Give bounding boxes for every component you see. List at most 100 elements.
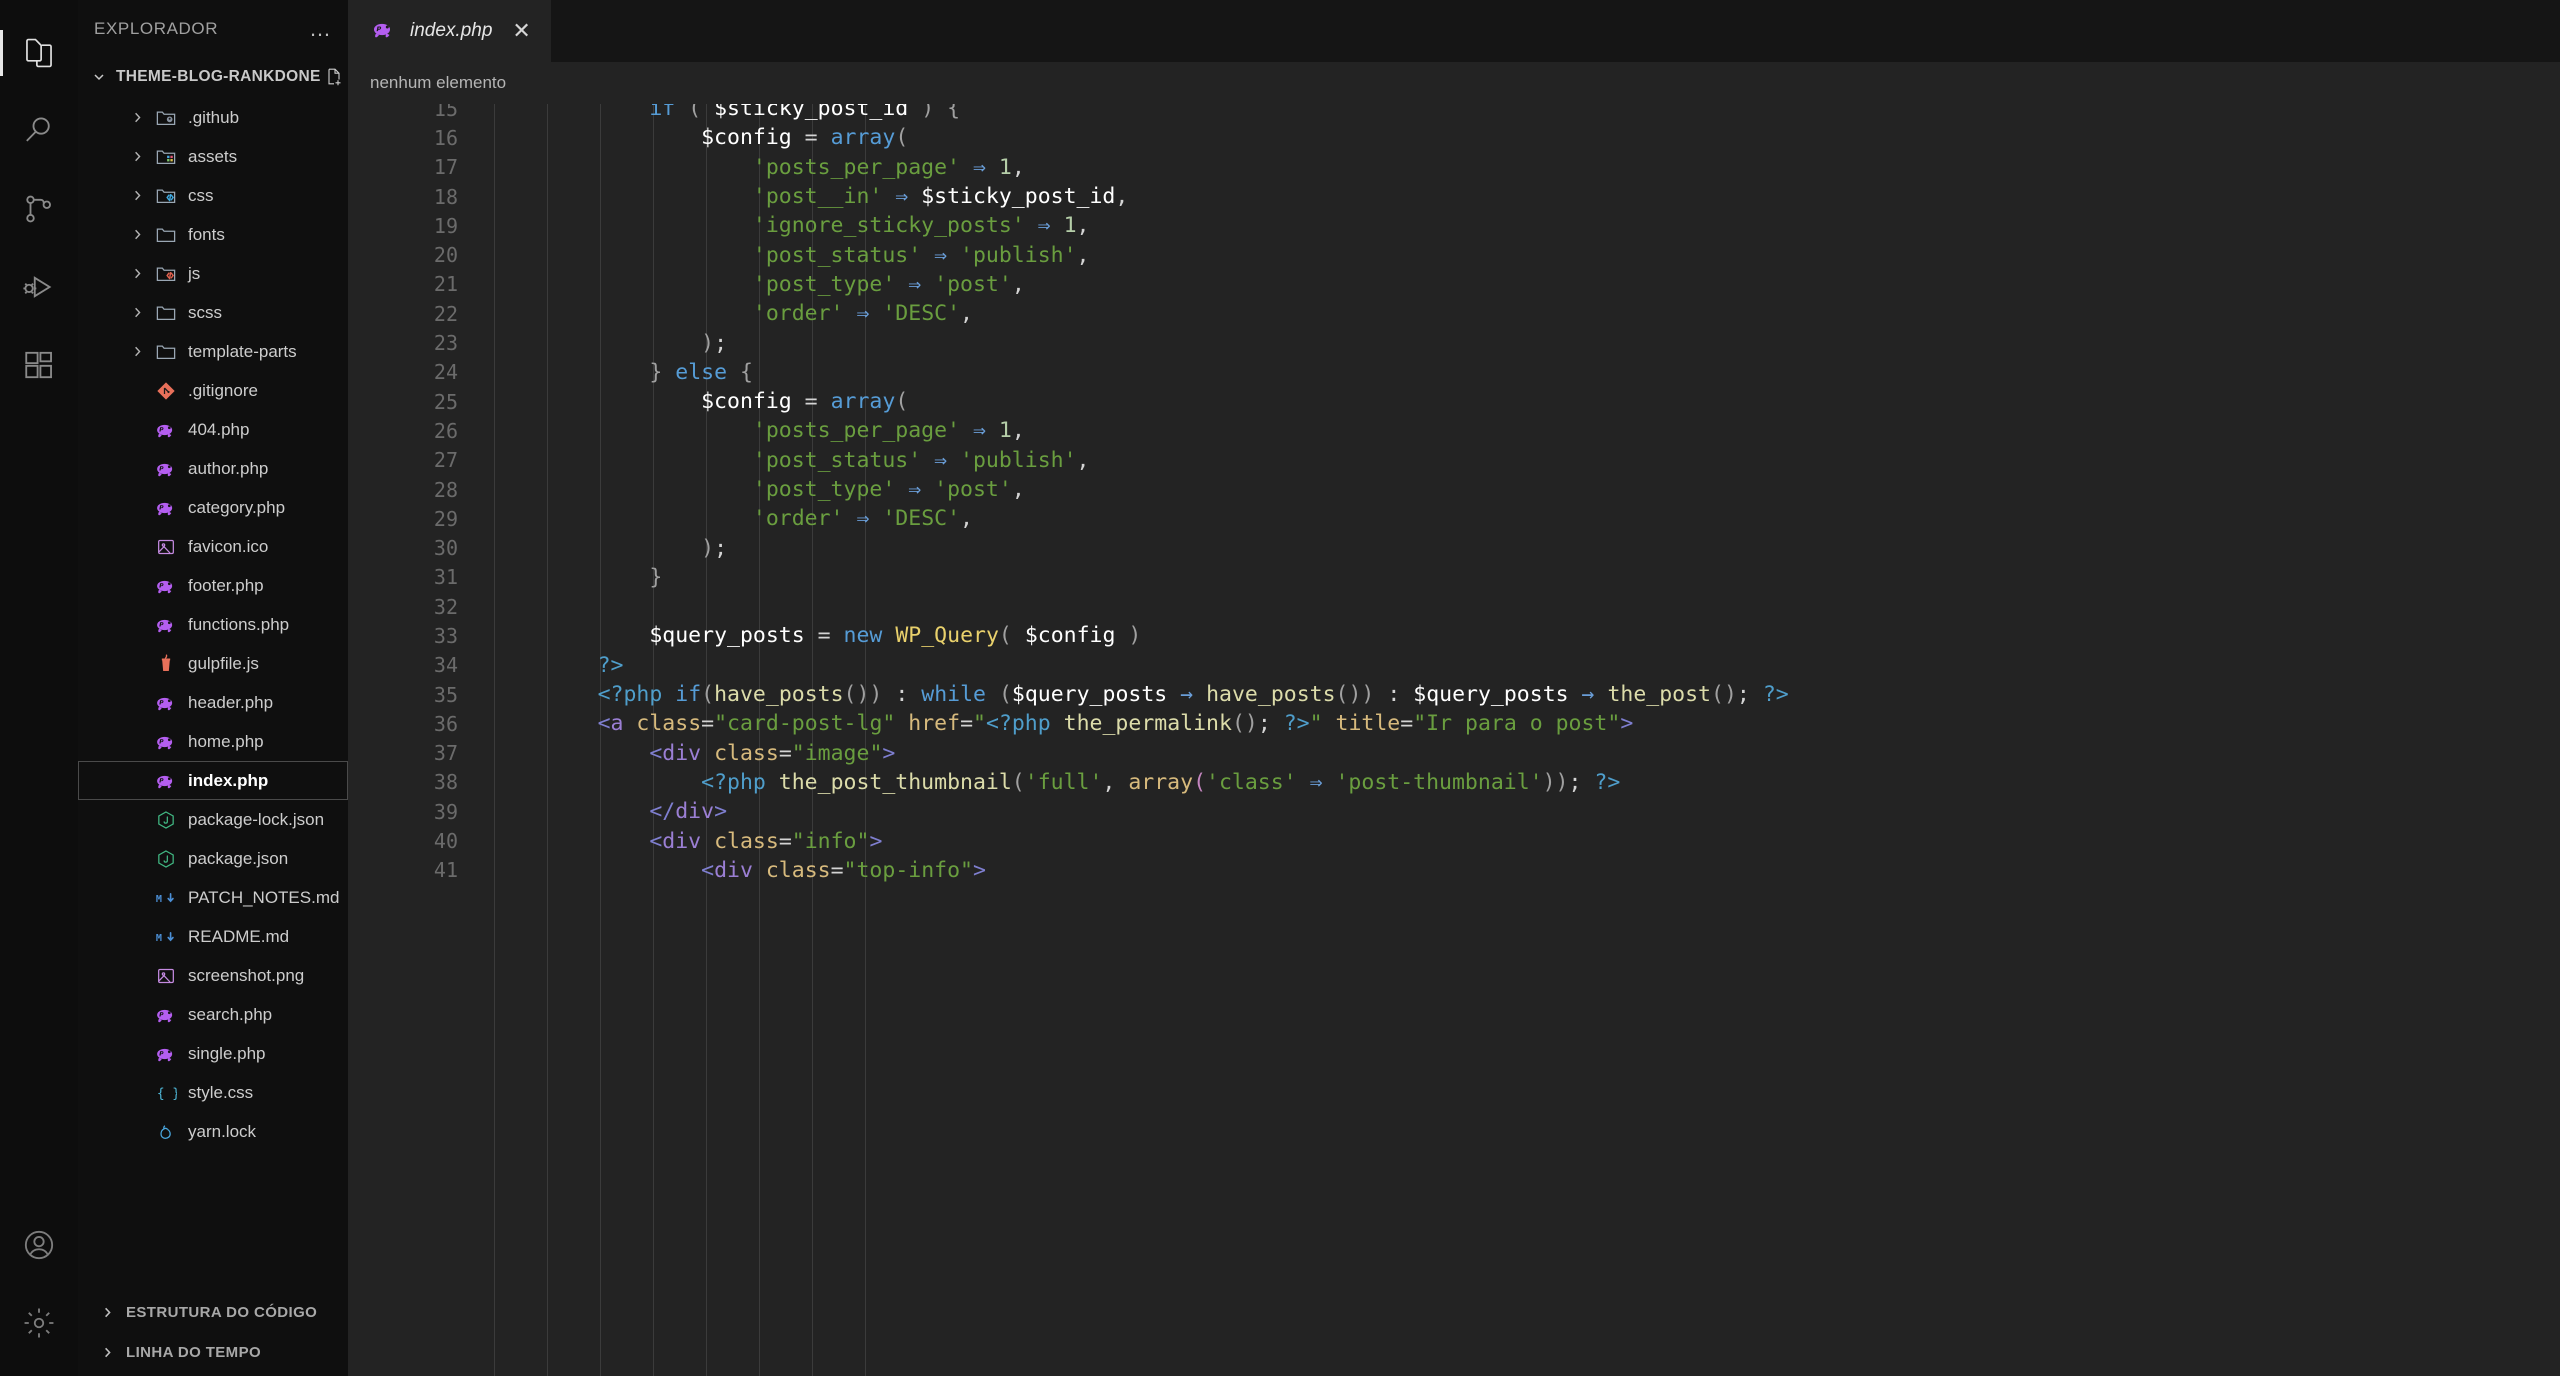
- php-icon: [150, 575, 182, 597]
- sidebar-more-actions-icon[interactable]: …: [309, 18, 332, 40]
- folder-css-icon: [150, 185, 182, 207]
- line-text: ?>: [597, 652, 624, 678]
- tree-file-row[interactable]: yarn.lock: [78, 1112, 348, 1151]
- activity-bar: [0, 0, 78, 1376]
- code-line: 25 $config = array(: [348, 387, 2560, 416]
- folder-github-icon: [150, 107, 182, 129]
- editor-tab-bar: index.php ✕: [348, 0, 2560, 62]
- tree-item-label: js: [188, 263, 201, 283]
- tree-file-row[interactable]: category.php: [78, 488, 348, 527]
- folder-icon: [150, 341, 182, 363]
- code-line: 39 </div>: [348, 797, 2560, 826]
- tab-label: index.php: [410, 20, 493, 41]
- tree-file-row[interactable]: package.json: [78, 839, 348, 878]
- line-text: 'posts_per_page' ⇒ 1,: [752, 418, 1025, 444]
- activitybar-item-run-debug[interactable]: [0, 248, 78, 326]
- chevron-right-icon[interactable]: [124, 149, 150, 164]
- tree-file-row[interactable]: footer.php: [78, 566, 348, 605]
- php-icon: [150, 497, 182, 519]
- tree-folder-row[interactable]: assets: [78, 137, 348, 176]
- tree-folder-row[interactable]: js: [78, 254, 348, 293]
- tree-file-row[interactable]: screenshot.png: [78, 956, 348, 995]
- line-number: 24: [433, 360, 458, 385]
- tree-folder-row[interactable]: css: [78, 176, 348, 215]
- tree-file-row[interactable]: M README.md: [78, 917, 348, 956]
- chevron-right-icon[interactable]: [124, 110, 150, 125]
- line-text: );: [701, 330, 728, 356]
- line-text: <div class="info">: [649, 828, 883, 854]
- sidebar-section-label: ESTRUTURA DO CÓDIGO: [126, 1303, 318, 1321]
- tree-file-row[interactable]: gulpfile.js: [78, 644, 348, 683]
- folder-icon: [150, 302, 182, 324]
- line-number: 23: [433, 331, 458, 356]
- tree-file-row[interactable]: .gitignore: [78, 371, 348, 410]
- tree-file-row[interactable]: M PATCH_NOTES.md: [78, 878, 348, 917]
- chevron-right-icon[interactable]: [100, 1292, 115, 1332]
- file-tree[interactable]: .github assets css fonts js scss templat…: [78, 96, 348, 1292]
- tree-item-label: .github: [188, 107, 240, 127]
- new-file-icon[interactable]: [325, 67, 345, 87]
- line-text: 'posts_per_page' ⇒ 1,: [752, 154, 1025, 180]
- tree-file-row[interactable]: home.php: [78, 722, 348, 761]
- tree-file-row[interactable]: single.php: [78, 1034, 348, 1073]
- tree-folder-row[interactable]: scss: [78, 293, 348, 332]
- workspace-root-name: THEME-BLOG-RANKDONE: [116, 68, 321, 85]
- code-editor[interactable]: 15 if ( $sticky_post_id ) {16 $config = …: [348, 104, 2560, 1376]
- tree-folder-row[interactable]: fonts: [78, 215, 348, 254]
- vscode-window: EXPLORADOR … THEME-BLOG-RANKDONE .github…: [0, 0, 2560, 1376]
- activitybar-item-extensions[interactable]: [0, 326, 78, 404]
- tab-index-php[interactable]: index.php ✕: [348, 0, 551, 62]
- php-icon: [150, 419, 182, 441]
- tree-file-row[interactable]: functions.php: [78, 605, 348, 644]
- sidebar-bottom-sections: ESTRUTURA DO CÓDIGO LINHA DO TEMPO: [78, 1292, 348, 1376]
- breadcrumb[interactable]: nenhum elemento: [348, 62, 2560, 104]
- tree-item-label: README.md: [188, 926, 290, 946]
- tree-file-row[interactable]: package-lock.json: [78, 800, 348, 839]
- tree-file-row[interactable]: search.php: [78, 995, 348, 1034]
- code-line: 41 <div class="top-info">: [348, 856, 2560, 885]
- activitybar-item-settings[interactable]: [0, 1284, 78, 1362]
- activitybar-item-account[interactable]: [0, 1206, 78, 1284]
- line-number: 26: [433, 418, 458, 443]
- tree-file-row[interactable]: author.php: [78, 449, 348, 488]
- tree-file-row[interactable]: { } style.css: [78, 1073, 348, 1112]
- tree-folder-row[interactable]: .github: [78, 98, 348, 137]
- gulp-icon: [150, 654, 182, 674]
- chevron-down-icon[interactable]: [86, 64, 112, 90]
- tree-item-label: .gitignore: [188, 380, 258, 400]
- code-line: 31 }: [348, 563, 2560, 592]
- tree-file-row[interactable]: header.php: [78, 683, 348, 722]
- sidebar-explorer: EXPLORADOR … THEME-BLOG-RANKDONE .github…: [78, 0, 437, 1376]
- activitybar-item-search[interactable]: [0, 92, 78, 170]
- svg-text:M: M: [156, 933, 162, 944]
- tree-item-label: style.css: [188, 1082, 254, 1102]
- activitybar-item-source-control[interactable]: [0, 170, 78, 248]
- chevron-right-icon[interactable]: [124, 188, 150, 203]
- image-icon: [150, 537, 182, 557]
- line-number: 15: [433, 104, 458, 121]
- activitybar-item-explorer[interactable]: [0, 14, 78, 92]
- code-line: 15 if ( $sticky_post_id ) {: [348, 104, 2560, 123]
- chevron-right-icon[interactable]: [100, 1332, 115, 1372]
- close-icon[interactable]: ✕: [512, 20, 530, 42]
- tree-folder-row[interactable]: template-parts: [78, 332, 348, 371]
- sidebar-section-timeline[interactable]: LINHA DO TEMPO: [78, 1332, 348, 1372]
- account-icon: [22, 1228, 56, 1262]
- tree-file-row[interactable]: favicon.ico: [78, 527, 348, 566]
- line-text: <?php the_post_thumbnail('full', array('…: [701, 769, 1621, 795]
- line-number: 33: [433, 623, 458, 648]
- tree-file-row[interactable]: index.php: [78, 761, 348, 800]
- chevron-right-icon[interactable]: [124, 344, 150, 359]
- line-number: 34: [433, 653, 458, 678]
- git-icon: [150, 381, 182, 401]
- chevron-right-icon[interactable]: [124, 227, 150, 242]
- chevron-right-icon[interactable]: [124, 266, 150, 281]
- tree-item-label: css: [188, 185, 214, 205]
- svg-text:M: M: [156, 894, 162, 905]
- chevron-right-icon[interactable]: [124, 305, 150, 320]
- tree-file-row[interactable]: 404.php: [78, 410, 348, 449]
- line-number: 39: [433, 799, 458, 824]
- explorer-icon: [22, 36, 56, 70]
- sidebar-section-outline[interactable]: ESTRUTURA DO CÓDIGO: [78, 1292, 348, 1332]
- explorer-root-section[interactable]: THEME-BLOG-RANKDONE: [78, 58, 437, 96]
